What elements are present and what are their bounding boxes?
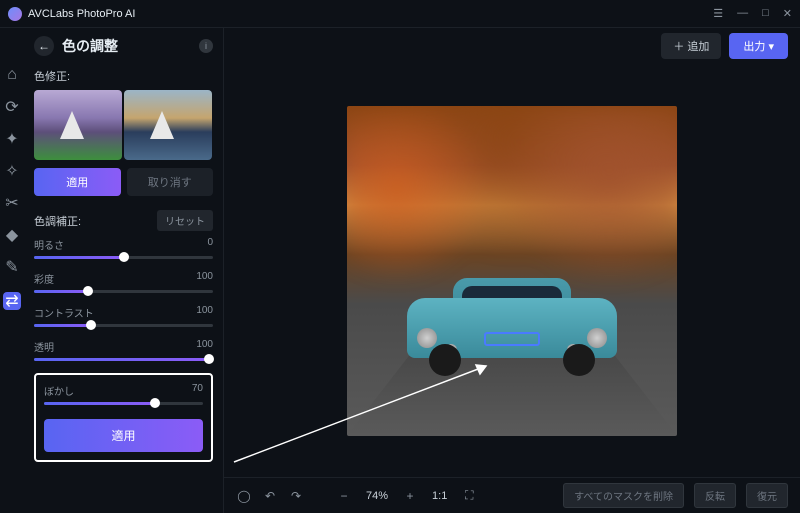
restore-button[interactable]: 復元 <box>746 483 788 508</box>
delete-masks-button[interactable]: すべてのマスクを削除 <box>563 483 684 508</box>
zoom-out-button[interactable]: − <box>336 488 352 504</box>
opacity-slider[interactable]: 透明 100 <box>34 339 213 361</box>
wand-icon[interactable]: ✧ <box>5 164 19 178</box>
minimize-button[interactable]: — <box>737 7 748 20</box>
sparkle-icon[interactable]: ✦ <box>5 132 19 146</box>
titlebar: AVCLabs PhotoPro AI ☰ — □ ✕ <box>0 0 800 28</box>
bottom-toolbar: ◯ ↶ ↷ − 74% + 1:1 ⛶ すべてのマスクを削除 反転 復元 <box>224 477 800 513</box>
blur-label: ぼかし <box>44 383 74 398</box>
zoom-in-button[interactable]: + <box>402 488 418 504</box>
apply-colorfix-button[interactable]: 適用 <box>34 168 121 196</box>
drop-icon[interactable]: ◆ <box>5 228 19 242</box>
panel-title: 色の調整 <box>62 36 191 56</box>
app-logo-icon <box>8 7 22 21</box>
apply-tone-button[interactable]: 適用 <box>44 419 203 452</box>
brightness-value: 0 <box>207 237 213 252</box>
opacity-value: 100 <box>196 339 213 354</box>
close-button[interactable]: ✕ <box>783 7 792 20</box>
zoom-level: 74% <box>366 490 388 502</box>
blur-highlight-box: ぼかし 70 適用 <box>34 373 213 462</box>
selection-marker <box>484 332 540 346</box>
adjust-icon[interactable]: ⇄ <box>3 292 21 310</box>
contrast-value: 100 <box>196 305 213 320</box>
preview-before[interactable] <box>34 90 122 160</box>
app-title: AVCLabs PhotoPro AI <box>28 8 713 20</box>
preview-after[interactable] <box>124 90 212 160</box>
tone-label: 色調補正: <box>34 213 81 229</box>
add-button[interactable]: ＋ 追加 <box>661 33 721 59</box>
contrast-label: コントラスト <box>34 305 94 320</box>
maximize-button[interactable]: □ <box>762 7 769 20</box>
invert-button[interactable]: 反転 <box>694 483 736 508</box>
home-icon[interactable]: ⌂ <box>5 68 19 82</box>
canvas-area: ＋ 追加 出力 ▾ <box>224 28 800 513</box>
info-icon[interactable]: i <box>199 39 213 53</box>
menu-icon[interactable]: ☰ <box>713 7 723 20</box>
aspect-ratio[interactable]: 1:1 <box>432 490 447 502</box>
redo-icon[interactable]: ↷ <box>288 488 304 504</box>
back-button[interactable]: ← <box>34 36 54 56</box>
reset-button[interactable]: リセット <box>157 210 213 231</box>
brightness-slider[interactable]: 明るさ 0 <box>34 237 213 259</box>
tool-rail: ⌂ ⟳ ✦ ✧ ✂ ◆ ✎ ⇄ <box>0 28 24 513</box>
crop-icon[interactable]: ✂ <box>5 196 19 210</box>
preview-image <box>347 106 677 436</box>
brightness-label: 明るさ <box>34 237 64 252</box>
enhance-icon[interactable]: ⟳ <box>5 100 19 114</box>
saturation-value: 100 <box>196 271 213 286</box>
undo-colorfix-button[interactable]: 取り消す <box>127 168 214 196</box>
saturation-label: 彩度 <box>34 271 54 286</box>
opacity-label: 透明 <box>34 339 54 354</box>
saturation-slider[interactable]: 彩度 100 <box>34 271 213 293</box>
blur-slider[interactable]: ぼかし 70 <box>44 383 203 405</box>
undo-icon[interactable]: ↶ <box>262 488 278 504</box>
contrast-slider[interactable]: コントラスト 100 <box>34 305 213 327</box>
viewport[interactable] <box>224 64 800 477</box>
edit-icon[interactable]: ✎ <box>5 260 19 274</box>
side-panel: ← 色の調整 i 色修正: 適用 取り消す 色調補正: リセット 明るさ 0 彩度… <box>24 28 224 513</box>
blur-value: 70 <box>192 383 203 398</box>
color-fix-label: 色修正: <box>34 68 213 84</box>
fit-icon[interactable]: ⛶ <box>461 488 477 504</box>
output-button[interactable]: 出力 ▾ <box>729 33 788 59</box>
lasso-icon[interactable]: ◯ <box>236 488 252 504</box>
